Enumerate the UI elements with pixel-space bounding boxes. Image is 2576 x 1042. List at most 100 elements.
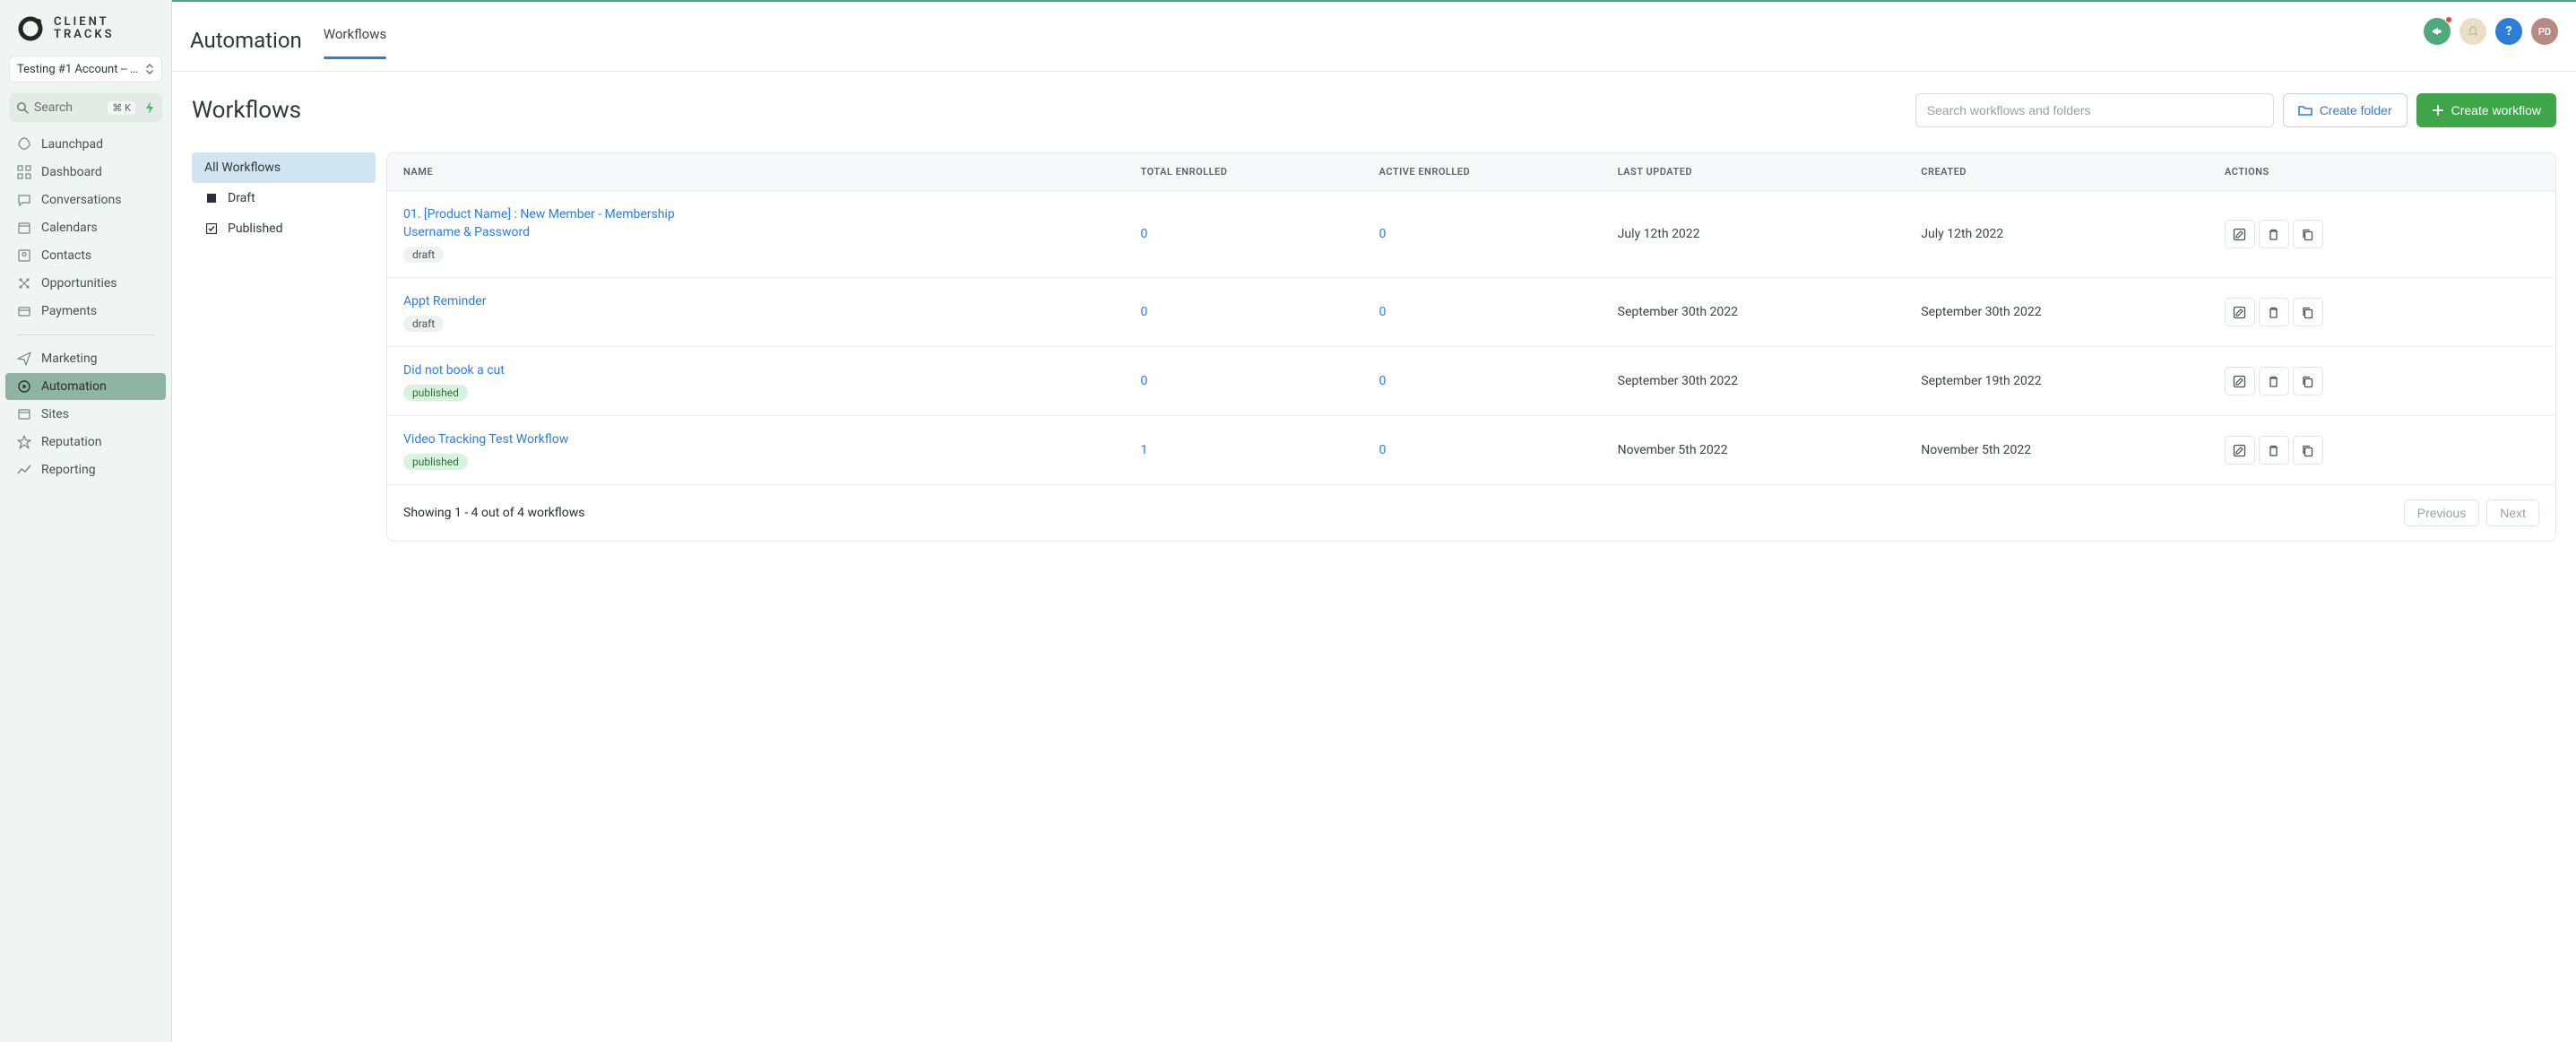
trash-icon <box>2267 306 2280 319</box>
duplicate-button[interactable] <box>2293 220 2323 248</box>
bolt-icon <box>144 101 155 114</box>
avatar-initials: PD <box>2538 26 2551 38</box>
nav-opportunities[interactable]: Opportunities <box>5 270 166 297</box>
edit-button[interactable] <box>2225 220 2255 248</box>
table-row: Video Tracking Test Workflowpublished10N… <box>387 416 2555 485</box>
main: Automation Workflows ? PD <box>172 0 2576 1042</box>
created-date: September 19th 2022 <box>1905 347 2209 416</box>
create-workflow-button[interactable]: Create workflow <box>2416 93 2556 127</box>
nav-calendars[interactable]: Calendars <box>5 214 166 241</box>
chevron-updown-icon <box>145 63 154 75</box>
chart-icon <box>16 463 32 477</box>
nav-contacts[interactable]: Contacts <box>5 242 166 269</box>
published-icon <box>204 223 219 234</box>
next-button[interactable]: Next <box>2486 499 2539 526</box>
filter-all-workflows[interactable]: All Workflows <box>192 152 376 183</box>
copy-icon <box>2301 444 2314 457</box>
primary-nav: Launchpad Dashboard Conversations Calend… <box>5 131 166 483</box>
delete-button[interactable] <box>2259 220 2289 248</box>
nav-marketing[interactable]: Marketing <box>5 345 166 372</box>
workflow-name-link[interactable]: Video Tracking Test Workflow <box>403 430 708 448</box>
edit-button[interactable] <box>2225 298 2255 326</box>
edit-icon <box>2233 444 2246 457</box>
edit-icon <box>2233 306 2246 319</box>
topbar: Automation Workflows ? PD <box>172 2 2576 72</box>
nav-dashboard[interactable]: Dashboard <box>5 159 166 186</box>
send-icon <box>16 352 32 366</box>
total-enrolled-link[interactable]: 0 <box>1140 305 1147 319</box>
nav-conversations[interactable]: Conversations <box>5 187 166 213</box>
delete-button[interactable] <box>2259 436 2289 465</box>
filter-draft[interactable]: Draft <box>192 183 376 213</box>
star-icon <box>16 435 32 449</box>
created-date: July 12th 2022 <box>1905 191 2209 278</box>
edit-icon <box>2233 375 2246 388</box>
global-search[interactable]: Search ⌘ K <box>9 93 162 122</box>
nav-reputation[interactable]: Reputation <box>5 429 166 456</box>
col-active: ACTIVE ENROLLED <box>1363 153 1602 191</box>
account-label: Testing #1 Account -- … <box>17 63 138 76</box>
sidebar: CLIENT TRACKS Testing #1 Account -- … Se… <box>0 0 172 1042</box>
col-total: TOTAL ENROLLED <box>1124 153 1362 191</box>
copy-icon <box>2301 375 2314 388</box>
create-folder-button[interactable]: Create folder <box>2283 93 2407 127</box>
status-badge: published <box>403 385 468 401</box>
edit-button[interactable] <box>2225 367 2255 395</box>
workflow-table: NAME TOTAL ENROLLED ACTIVE ENROLLED LAST… <box>386 152 2556 542</box>
total-enrolled-link[interactable]: 1 <box>1140 443 1147 457</box>
nav-launchpad[interactable]: Launchpad <box>5 131 166 158</box>
workflow-name-link[interactable]: 01. [Product Name] : New Member - Member… <box>403 205 708 241</box>
total-enrolled-link[interactable]: 0 <box>1140 227 1147 241</box>
help-icon: ? <box>2506 24 2512 39</box>
last-updated: November 5th 2022 <box>1602 416 1906 485</box>
nav-automation[interactable]: Automation <box>5 373 166 400</box>
active-enrolled-link[interactable]: 0 <box>1379 374 1387 388</box>
nav-sites[interactable]: Sites <box>5 401 166 428</box>
active-enrolled-link[interactable]: 0 <box>1379 443 1387 457</box>
filter-published[interactable]: Published <box>192 213 376 244</box>
table-row: Did not book a cutpublished00September 3… <box>387 347 2555 416</box>
announcements-button[interactable] <box>2424 18 2451 45</box>
table-row: Appt Reminderdraft00September 30th 2022S… <box>387 278 2555 347</box>
duplicate-button[interactable] <box>2293 367 2323 395</box>
delete-button[interactable] <box>2259 298 2289 326</box>
workflow-name-link[interactable]: Did not book a cut <box>403 361 708 379</box>
nav-payments[interactable]: Payments <box>5 298 166 325</box>
workflow-search-input[interactable] <box>1915 93 2274 127</box>
payments-icon <box>16 304 32 318</box>
plus-icon <box>2432 104 2444 117</box>
nav-reporting[interactable]: Reporting <box>5 456 166 483</box>
brand-text: CLIENT TRACKS <box>54 16 115 41</box>
duplicate-button[interactable] <box>2293 436 2323 465</box>
tab-workflows[interactable]: Workflows <box>324 26 386 58</box>
notifications-button[interactable] <box>2459 18 2486 45</box>
previous-button[interactable]: Previous <box>2404 499 2479 526</box>
draft-icon <box>204 193 219 204</box>
created-date: November 5th 2022 <box>1905 416 2209 485</box>
help-button[interactable]: ? <box>2495 18 2522 45</box>
trash-icon <box>2267 444 2280 457</box>
nav-divider <box>16 334 155 335</box>
workflow-name-link[interactable]: Appt Reminder <box>403 292 708 310</box>
account-switcher[interactable]: Testing #1 Account -- … <box>9 56 162 82</box>
total-enrolled-link[interactable]: 0 <box>1140 374 1147 388</box>
notification-dot-icon <box>2445 16 2452 23</box>
col-name: NAME <box>387 153 1124 191</box>
copy-icon <box>2301 306 2314 319</box>
edit-button[interactable] <box>2225 436 2255 465</box>
automation-icon <box>16 379 32 394</box>
megaphone-icon <box>2431 25 2443 38</box>
brand-mark-icon <box>14 13 47 45</box>
active-enrolled-link[interactable]: 0 <box>1379 305 1387 319</box>
contact-icon <box>16 248 32 263</box>
avatar[interactable]: PD <box>2531 18 2558 45</box>
filter-panel: All Workflows Draft Published <box>192 152 376 244</box>
bell-icon <box>2467 25 2479 38</box>
duplicate-button[interactable] <box>2293 298 2323 326</box>
search-shortcut: ⌘ K <box>108 101 135 115</box>
delete-button[interactable] <box>2259 367 2289 395</box>
opportunity-icon <box>16 276 32 291</box>
last-updated: July 12th 2022 <box>1602 191 1906 278</box>
active-enrolled-link[interactable]: 0 <box>1379 227 1387 241</box>
search-icon <box>16 101 29 114</box>
